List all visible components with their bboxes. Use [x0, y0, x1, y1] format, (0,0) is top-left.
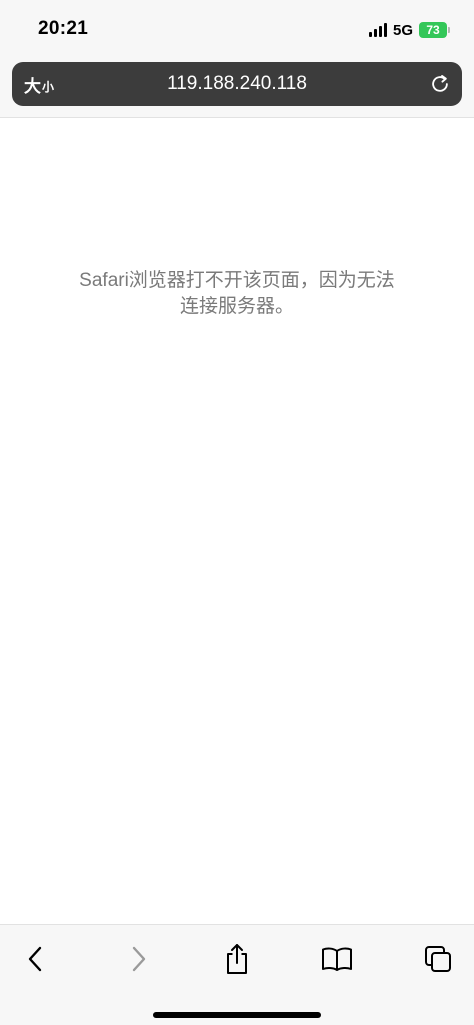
text-size-button[interactable]: 大小	[20, 62, 58, 106]
error-line-2: 连接服务器。	[179, 296, 294, 317]
reload-button[interactable]	[428, 72, 452, 96]
back-button[interactable]	[14, 939, 58, 979]
bookmarks-button[interactable]	[315, 939, 359, 979]
bottom-toolbar	[0, 924, 474, 1025]
back-icon	[28, 946, 42, 972]
status-time: 20:21	[38, 18, 89, 39]
forward-icon	[132, 946, 146, 972]
reload-icon	[432, 75, 448, 92]
share-button[interactable]	[215, 939, 259, 979]
status-bar: 20:21 5G 73	[0, 0, 474, 58]
battery-cap	[448, 27, 450, 33]
cellular-signal-icon	[368, 23, 387, 37]
bookmarks-icon	[322, 947, 352, 971]
home-indicator[interactable]	[153, 1012, 321, 1018]
battery-level: 73	[419, 22, 447, 38]
safari-screen: 20:21 5G 73 大小 119.188.240.118 Safari浏览器…	[0, 0, 474, 1025]
url-field[interactable]: 119.188.240.118	[72, 62, 402, 106]
forward-button[interactable]	[116, 939, 160, 979]
text-size-small-glyph: 小	[42, 79, 55, 94]
error-line-1: Safari浏览器打不开该页面，因为无法	[79, 270, 395, 291]
tabs-icon	[425, 946, 451, 972]
text-size-large-glyph: 大	[24, 76, 41, 96]
error-message: Safari浏览器打不开该页面，因为无法 连接服务器。	[40, 268, 434, 320]
share-icon	[227, 944, 247, 974]
network-type: 5G	[392, 21, 413, 39]
status-indicators: 5G 73	[368, 20, 450, 40]
address-bar[interactable]: 大小 119.188.240.118	[12, 62, 462, 106]
top-chrome: 20:21 5G 73 大小 119.188.240.118	[0, 0, 474, 118]
battery-icon: 73	[419, 22, 450, 38]
tabs-button[interactable]	[416, 939, 460, 979]
